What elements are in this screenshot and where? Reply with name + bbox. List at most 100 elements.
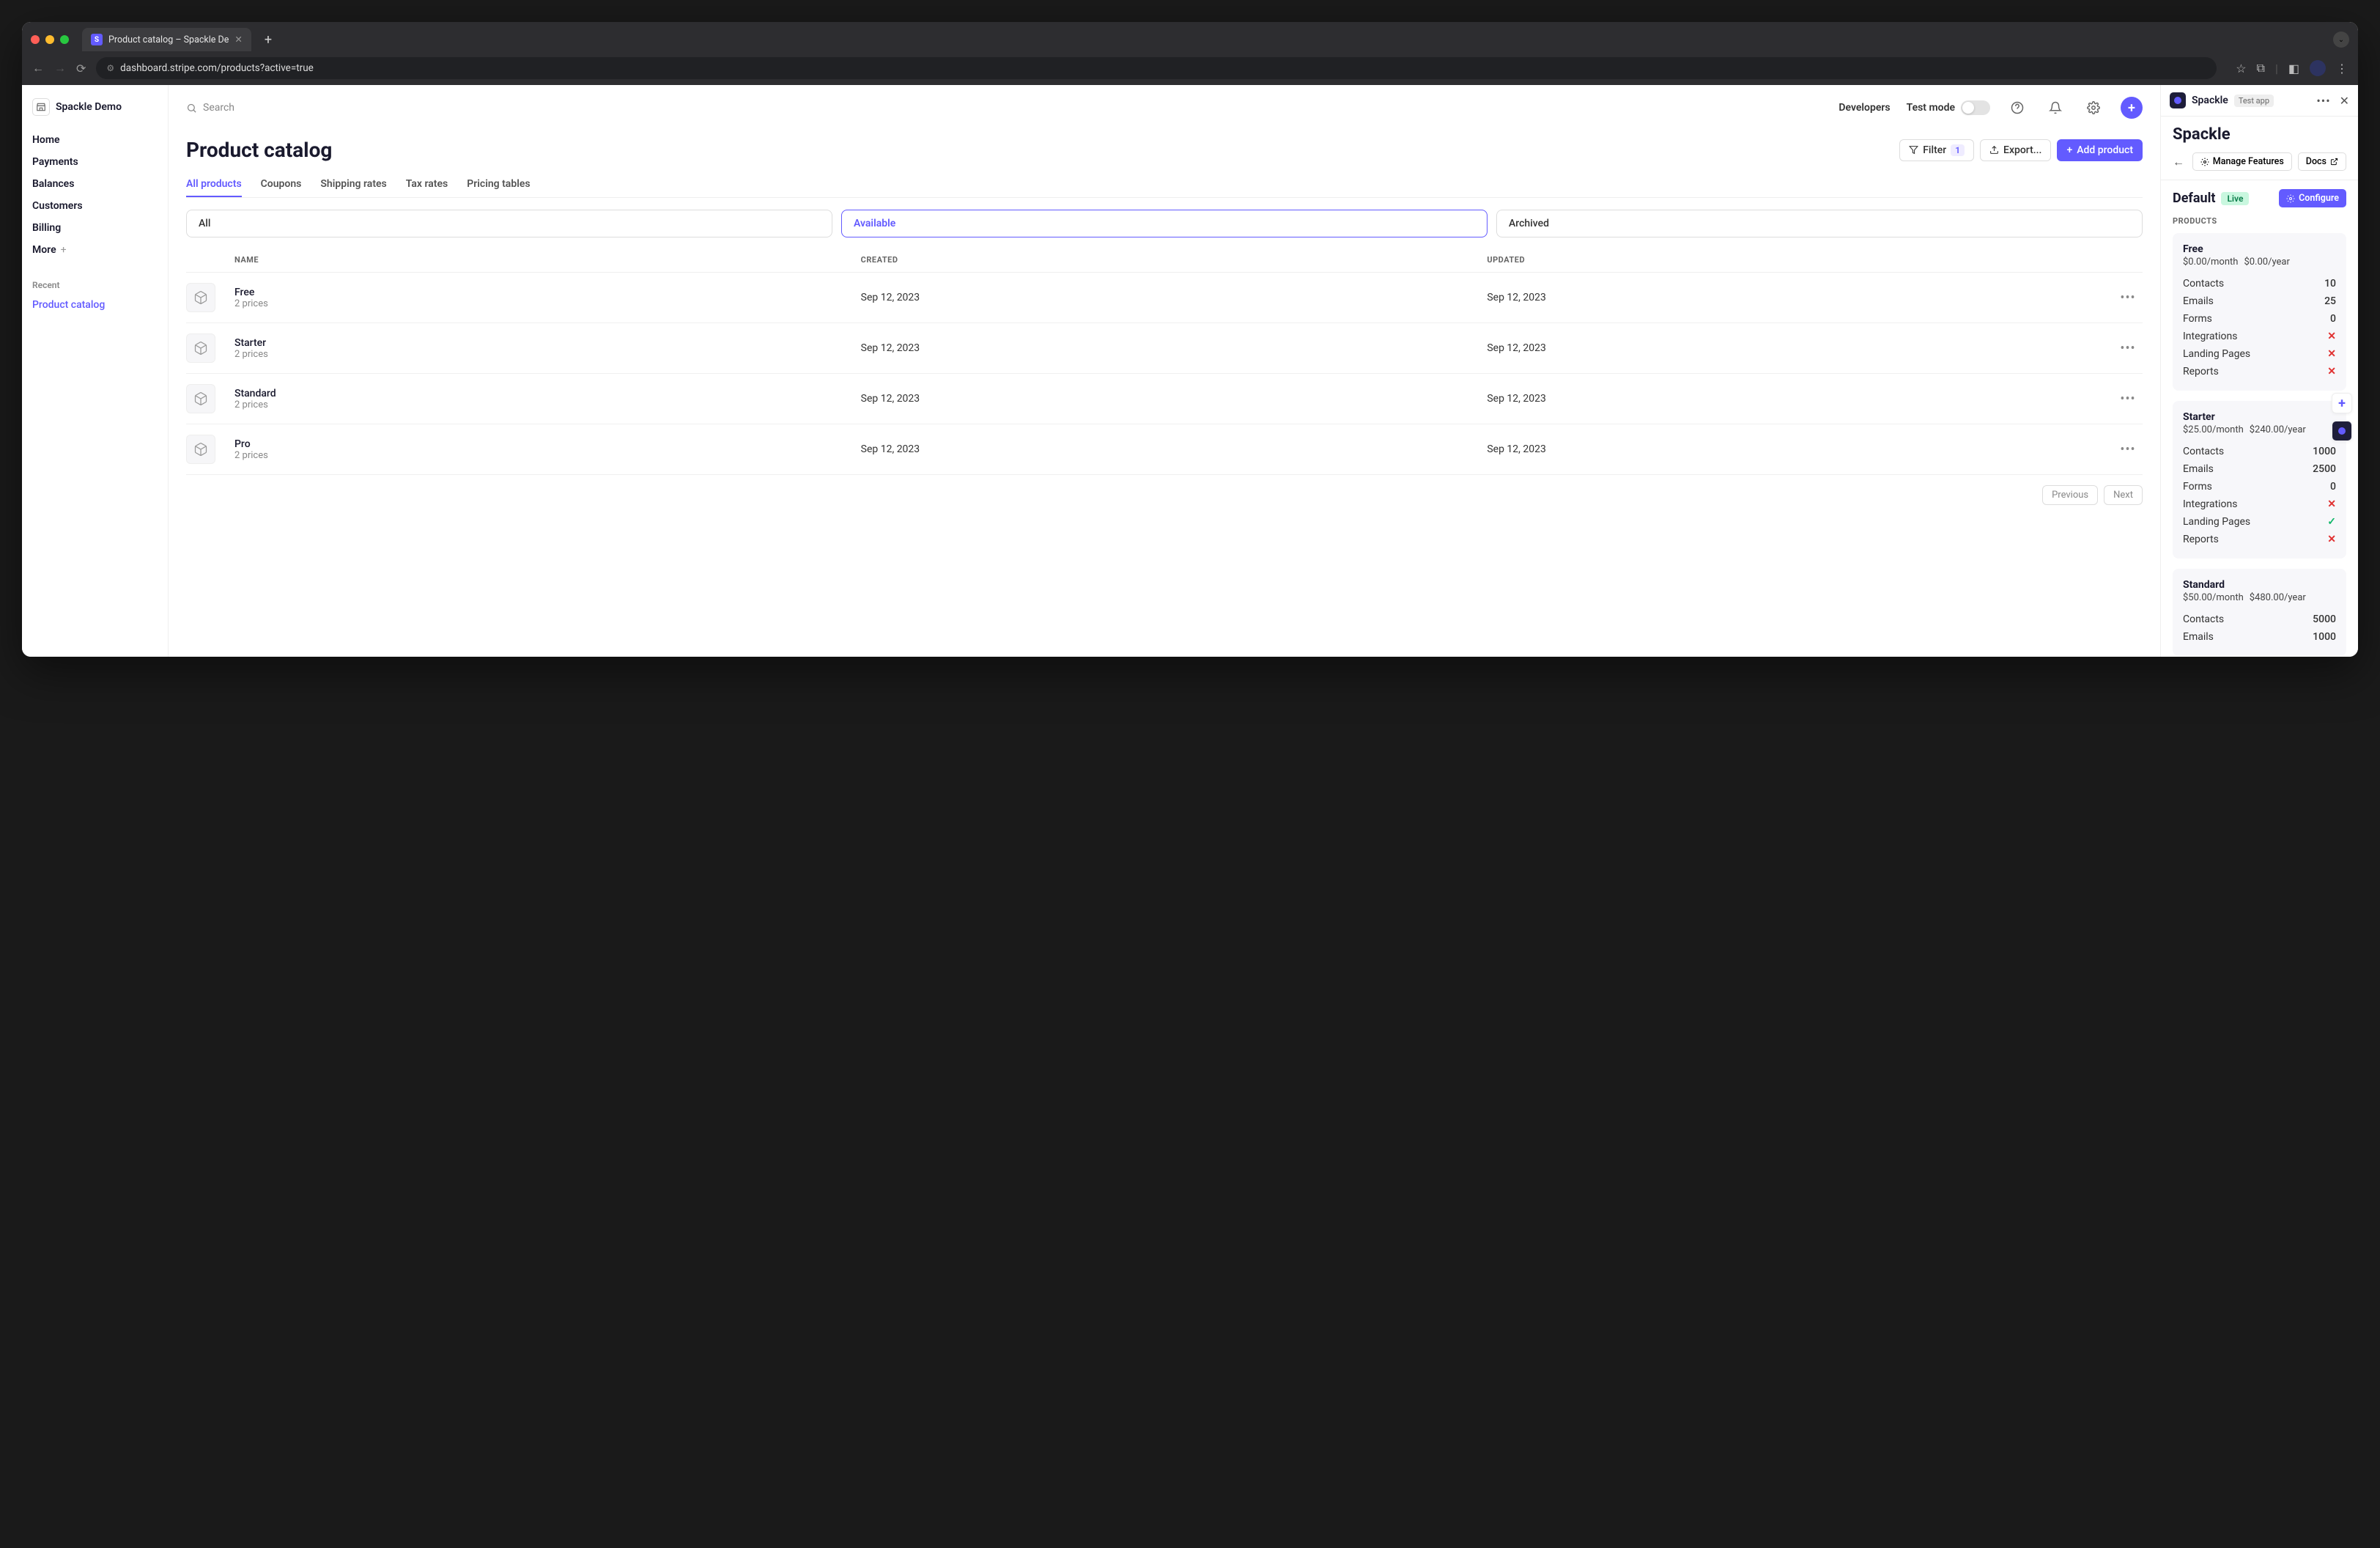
- feature-name: Contacts: [2183, 278, 2224, 290]
- sidebar-item-billing[interactable]: Billing: [29, 217, 160, 239]
- feature-row: Contacts1000: [2183, 443, 2336, 460]
- tab-shipping-rates[interactable]: Shipping rates: [320, 172, 386, 197]
- filter-button[interactable]: Filter 1: [1899, 139, 1974, 161]
- test-mode-label: Test mode: [1907, 102, 1955, 114]
- developers-link[interactable]: Developers: [1838, 102, 1890, 114]
- updated-date: Sep 12, 2023: [1487, 342, 2106, 354]
- manage-features-label: Manage Features: [2213, 156, 2284, 167]
- search-input[interactable]: Search: [186, 102, 234, 114]
- tab-tax-rates[interactable]: Tax rates: [406, 172, 448, 197]
- manage-features-button[interactable]: Manage Features: [2192, 152, 2292, 171]
- product-name: Free: [234, 287, 854, 298]
- browser-tab[interactable]: S Product catalog – Spackle De ✕: [82, 28, 251, 51]
- tab-title: Product catalog – Spackle De: [108, 34, 229, 45]
- drawer-back-button[interactable]: ←: [2173, 155, 2184, 169]
- url-bar[interactable]: ⚙ dashboard.stripe.com/products?active=t…: [96, 57, 2217, 79]
- docs-label: Docs: [2306, 156, 2327, 167]
- row-menu-button[interactable]: •••: [2113, 341, 2143, 356]
- minimize-window-button[interactable]: [45, 35, 54, 44]
- test-mode-toggle[interactable]: [1961, 100, 1990, 115]
- table-row[interactable]: Starter2 pricesSep 12, 2023Sep 12, 2023•…: [186, 323, 2143, 374]
- card-prices: $25.00/month$240.00/year: [2183, 424, 2336, 435]
- side-panel-icon[interactable]: ◧: [2288, 62, 2299, 75]
- card-prices: $50.00/month$480.00/year: [2183, 592, 2336, 603]
- global-add-button[interactable]: +: [2121, 97, 2143, 119]
- sidebar-item-more[interactable]: More+: [29, 239, 160, 261]
- row-menu-button[interactable]: •••: [2113, 391, 2143, 407]
- tab-all-products[interactable]: All products: [186, 172, 242, 197]
- feature-value: 25: [2324, 295, 2336, 307]
- chrome-menu-icon[interactable]: ⋮: [2336, 62, 2348, 75]
- filter-all[interactable]: All: [186, 210, 832, 237]
- close-tab-button[interactable]: ✕: [234, 34, 242, 45]
- extensions-icon[interactable]: ⧉: [2257, 61, 2265, 75]
- filter-archived[interactable]: Archived: [1496, 210, 2143, 237]
- forward-button[interactable]: →: [54, 61, 66, 75]
- tray-spackle-button[interactable]: [2332, 421, 2352, 441]
- feature-row: Emails2500: [2183, 460, 2336, 478]
- maximize-window-button[interactable]: [60, 35, 69, 44]
- reload-button[interactable]: ⟳: [76, 62, 86, 75]
- bookmark-icon[interactable]: ☆: [2236, 62, 2246, 75]
- configure-button[interactable]: Configure: [2279, 189, 2346, 207]
- table-row[interactable]: Standard2 pricesSep 12, 2023Sep 12, 2023…: [186, 374, 2143, 424]
- feature-row: Contacts5000: [2183, 611, 2336, 628]
- tray-add-button[interactable]: +: [2332, 393, 2352, 413]
- table-row[interactable]: Pro2 pricesSep 12, 2023Sep 12, 2023•••: [186, 424, 2143, 475]
- docs-button[interactable]: Docs: [2298, 152, 2346, 171]
- new-tab-button[interactable]: +: [257, 29, 279, 51]
- tab-overflow-button[interactable]: ⌄: [2333, 32, 2349, 48]
- col-created: CREATED: [861, 255, 1480, 265]
- drawer-app-name: Spackle: [2192, 95, 2228, 106]
- add-product-button[interactable]: + Add product: [2057, 139, 2143, 161]
- store-switcher[interactable]: Spackle Demo: [29, 95, 160, 119]
- drawer-menu-icon[interactable]: •••: [2316, 94, 2330, 108]
- product-subtitle: 2 prices: [234, 399, 854, 410]
- section-title: Default: [2173, 191, 2215, 206]
- page-title: Product catalog: [186, 138, 332, 162]
- sidebar-item-home[interactable]: Home: [29, 129, 160, 151]
- tab-pricing-tables[interactable]: Pricing tables: [467, 172, 530, 197]
- profile-avatar[interactable]: [2310, 60, 2326, 76]
- main-content: Search Developers Test mode: [169, 85, 2160, 657]
- sidebar-item-balances[interactable]: Balances: [29, 173, 160, 195]
- feature-row: Emails1000: [2183, 628, 2336, 646]
- drawer-title: Spackle: [2173, 125, 2346, 144]
- next-page-button[interactable]: Next: [2104, 485, 2143, 505]
- store-name: Spackle Demo: [56, 101, 122, 113]
- configure-label: Configure: [2299, 193, 2339, 204]
- external-link-icon: [2330, 158, 2338, 166]
- col-name: NAME: [234, 255, 854, 265]
- updated-date: Sep 12, 2023: [1487, 443, 2106, 455]
- plus-icon: +: [61, 244, 67, 256]
- table-row[interactable]: Free2 pricesSep 12, 2023Sep 12, 2023•••: [186, 273, 2143, 323]
- sidebar-item-payments[interactable]: Payments: [29, 151, 160, 173]
- created-date: Sep 12, 2023: [861, 393, 1480, 405]
- prev-page-button[interactable]: Previous: [2042, 485, 2098, 505]
- product-card: Standard$50.00/month$480.00/yearContacts…: [2173, 569, 2346, 656]
- help-icon[interactable]: [2006, 97, 2028, 119]
- recent-item[interactable]: Product catalog: [22, 295, 160, 315]
- row-menu-button[interactable]: •••: [2113, 442, 2143, 457]
- site-info-icon[interactable]: ⚙: [106, 63, 114, 73]
- filter-available[interactable]: Available: [841, 210, 1488, 237]
- notifications-icon[interactable]: [2044, 97, 2066, 119]
- pagination: Previous Next: [186, 485, 2143, 505]
- sidebar-item-customers[interactable]: Customers: [29, 195, 160, 217]
- search-icon: [186, 103, 197, 114]
- drawer-close-button[interactable]: ✕: [2340, 94, 2349, 108]
- drawer-section-header: Default Live Configure: [2173, 189, 2346, 207]
- spackle-dot-icon: [2338, 427, 2346, 435]
- feature-name: Reports: [2183, 366, 2219, 377]
- row-menu-button[interactable]: •••: [2113, 290, 2143, 306]
- close-window-button[interactable]: [31, 35, 40, 44]
- search-placeholder: Search: [203, 102, 234, 114]
- updated-date: Sep 12, 2023: [1487, 393, 2106, 405]
- feature-value: 10: [2324, 278, 2336, 290]
- tab-coupons[interactable]: Coupons: [261, 172, 302, 197]
- back-button[interactable]: ←: [32, 61, 44, 75]
- export-button[interactable]: Export...: [1980, 139, 2051, 161]
- price-month: $25.00/month: [2183, 424, 2244, 435]
- feature-name: Forms: [2183, 313, 2212, 325]
- settings-icon[interactable]: [2082, 97, 2104, 119]
